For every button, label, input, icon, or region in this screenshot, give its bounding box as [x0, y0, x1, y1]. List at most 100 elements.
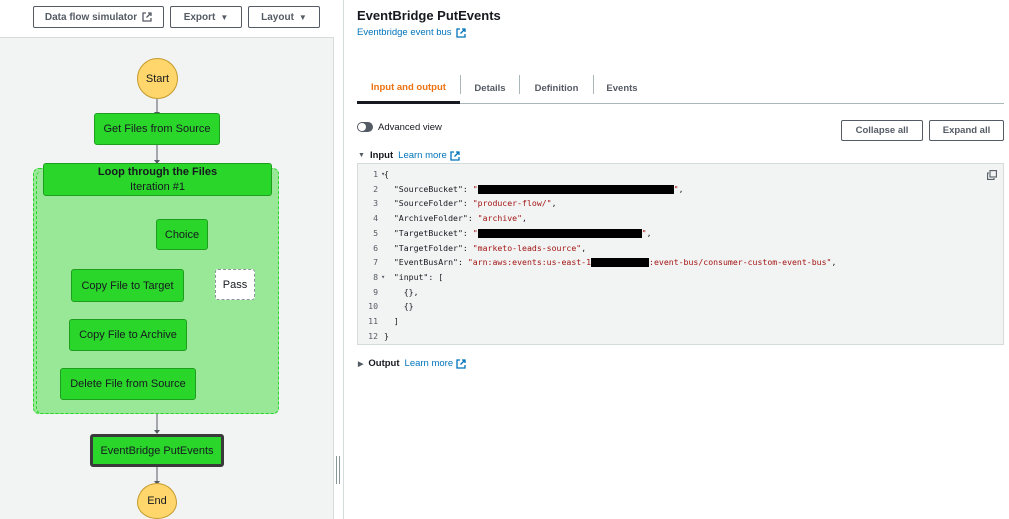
export-button[interactable]: Export ▼ — [170, 6, 242, 28]
graph-toolbar: Data flow simulator Export ▼ Layout ▼ — [0, 0, 334, 38]
loop-title: Loop through the Files — [97, 165, 218, 178]
end-label: End — [147, 495, 167, 507]
arn-suffix: :event-bus/consumer-custom-event-bus" — [649, 257, 832, 268]
get-files-from-source-node[interactable]: Get Files from Source — [94, 113, 220, 145]
caret-down-icon: ▼ — [298, 12, 307, 22]
eventbridge-label: EventBridge PutEvents — [100, 444, 214, 457]
advanced-view-label: Advanced view — [378, 122, 442, 133]
input-json-viewer[interactable]: 1 2 3 4 5 6 7 8 9 10 11 12 ▾ ▾ { "Source… — [357, 163, 1004, 345]
copy-icon[interactable] — [987, 170, 997, 180]
graph-panel: Data flow simulator Export ▼ Layout ▼ St… — [0, 0, 334, 519]
collapse-all-button[interactable]: Collapse all — [841, 120, 923, 141]
line-number: 10 — [368, 301, 378, 312]
redacted-value — [477, 184, 674, 194]
copy-target-label: Copy File to Target — [81, 279, 174, 292]
start-label: Start — [145, 72, 170, 85]
line-number: 12 — [368, 330, 378, 341]
tab-events[interactable]: Events — [594, 73, 650, 103]
output-section-header[interactable]: ▶ Output Learn more — [358, 358, 466, 369]
json-key: "EventBusArn" — [393, 257, 458, 268]
line-number: 5 — [373, 227, 378, 238]
line-number: 8 — [373, 271, 378, 282]
json-string: "marketo-leads-source" — [472, 242, 582, 253]
external-link-icon — [455, 27, 466, 38]
input-learn-more-link[interactable]: Learn more — [398, 150, 460, 161]
learn-more-label: Learn more — [404, 358, 454, 369]
panel-resize-handle[interactable] — [336, 456, 340, 484]
details-tabs: Input and output Details Definition Even… — [357, 73, 1004, 104]
redacted-value — [477, 228, 642, 238]
tab-details[interactable]: Details — [461, 73, 519, 103]
copy-archive-label: Copy File to Archive — [79, 329, 177, 341]
expand-all-button[interactable]: Expand all — [929, 120, 1004, 141]
code-line: "SourceBucket": " ", — [393, 183, 684, 194]
loop-iteration: Iteration #1 — [129, 180, 186, 193]
redacted-account-id — [591, 258, 650, 268]
layout-button[interactable]: Layout ▼ — [248, 6, 320, 28]
export-label: Export — [183, 11, 216, 23]
eventbridge-event-bus-link[interactable]: Eventbridge event bus — [357, 27, 466, 38]
json-string: "producer-flow/" — [472, 198, 552, 209]
code-line: {}, — [384, 286, 419, 297]
line-number: 9 — [373, 286, 378, 297]
code-line: "TargetBucket": " ", — [393, 227, 652, 238]
get-files-label: Get Files from Source — [103, 123, 211, 135]
input-section-header[interactable]: ▼ Input Learn more — [358, 150, 460, 161]
code-line: ] — [384, 316, 399, 326]
details-panel: EventBridge PutEvents Eventbridge event … — [344, 0, 1009, 519]
caret-down-icon: ▼ — [358, 152, 365, 159]
data-flow-simulator-button[interactable]: Data flow simulator — [33, 6, 164, 28]
eventbridge-putevents-node[interactable]: EventBridge PutEvents — [90, 434, 224, 467]
line-number: 7 — [373, 257, 378, 268]
json-key: "TargetBucket" — [393, 227, 463, 238]
json-key: "SourceFolder" — [393, 198, 463, 209]
external-link-icon — [142, 12, 152, 22]
json-key: "ArchiveFolder" — [393, 213, 468, 224]
line-number: 1 — [373, 169, 378, 179]
json-key: "input" — [393, 271, 429, 282]
json-string: " " — [472, 227, 647, 238]
pass-label: Pass — [222, 278, 248, 291]
arn-prefix: "arn:aws:events:us-east-1 — [467, 257, 592, 268]
delete-file-from-source-node[interactable]: Delete File from Source — [60, 368, 196, 400]
code-line: { — [384, 169, 389, 179]
tab-definition[interactable]: Definition — [520, 73, 593, 103]
external-link-icon — [456, 358, 466, 369]
advanced-view-toggle[interactable] — [357, 122, 373, 132]
caret-down-icon: ▼ — [220, 12, 229, 22]
copy-file-to-archive-node[interactable]: Copy File to Archive — [69, 319, 187, 351]
start-node[interactable]: Start — [137, 58, 178, 99]
choice-node[interactable]: Choice — [156, 219, 208, 250]
external-link-icon — [450, 150, 460, 161]
json-string: "archive" — [477, 213, 523, 224]
data-flow-simulator-label: Data flow simulator — [44, 11, 138, 23]
delete-file-label: Delete File from Source — [70, 378, 186, 390]
code-line: {} — [384, 301, 414, 312]
line-number: 11 — [368, 316, 378, 326]
code-line: "TargetFolder": "marketo-leads-source", — [393, 242, 587, 253]
line-number: 4 — [373, 213, 378, 224]
code-line: "input": [ — [393, 271, 444, 282]
code-line: } — [384, 330, 389, 341]
copy-file-to-target-node[interactable]: Copy File to Target — [71, 269, 184, 302]
tab-input-and-output[interactable]: Input and output — [357, 73, 460, 104]
code-line: "ArchiveFolder": "archive", — [393, 213, 527, 224]
end-node[interactable]: End — [137, 483, 177, 519]
step-functions-execution-view: Data flow simulator Export ▼ Layout ▼ St… — [0, 0, 1009, 519]
output-learn-more-link[interactable]: Learn more — [405, 358, 467, 369]
line-number: 6 — [373, 242, 378, 253]
choice-label: Choice — [164, 228, 200, 241]
state-title: EventBridge PutEvents — [357, 8, 501, 23]
input-label: Input — [369, 150, 394, 161]
code-line: "SourceFolder": "producer-flow/", — [393, 198, 557, 209]
event-bus-link-label: Eventbridge event bus — [357, 27, 452, 38]
code-line: "EventBusArn": "arn:aws:events:us-east-1… — [393, 257, 837, 268]
line-number: 3 — [373, 198, 378, 209]
learn-more-label: Learn more — [398, 150, 447, 161]
layout-label: Layout — [261, 11, 294, 23]
line-number: 2 — [373, 183, 378, 194]
pass-node[interactable]: Pass — [215, 269, 255, 300]
caret-right-icon: ▶ — [358, 360, 364, 368]
json-string: "arn:aws:events:us-east-1 :event-bus/cons… — [467, 257, 832, 268]
loop-through-files-node[interactable]: Loop through the Files Iteration #1 — [43, 163, 272, 196]
